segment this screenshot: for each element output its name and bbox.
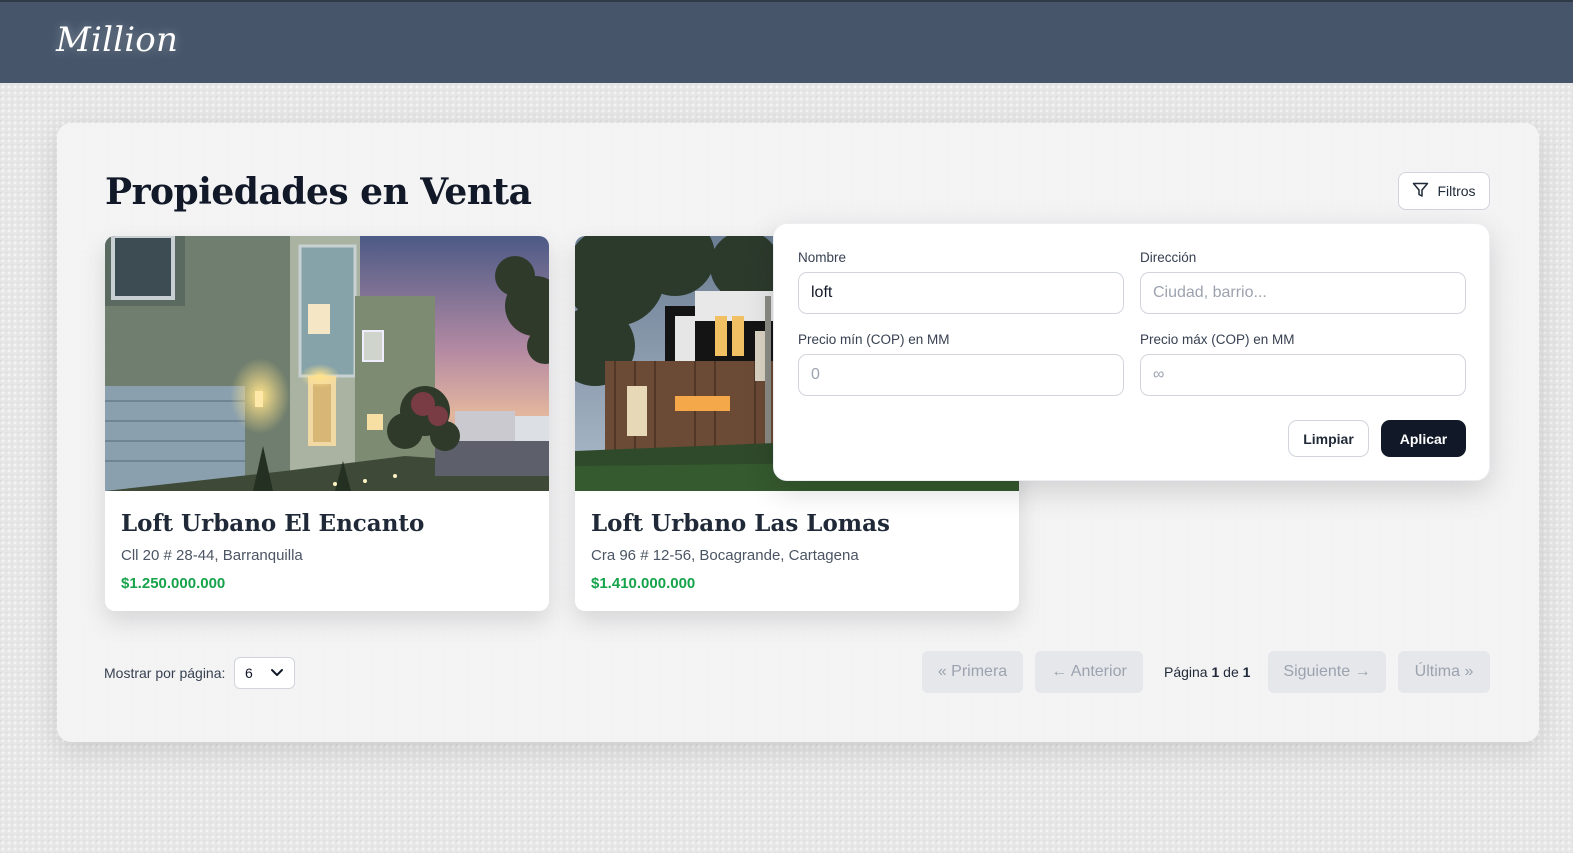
total-pages: 1 [1242,664,1251,680]
first-page-button[interactable]: « Primera [922,651,1023,693]
filters-popover: Nombre Dirección Precio mín (COP) en MM … [773,223,1490,481]
page-title: Propiedades en Venta [105,171,532,213]
property-price: $1.250.000.000 [121,575,226,592]
property-photo [105,236,549,491]
chevron-down-icon [270,665,284,681]
name-filter-label: Nombre [798,250,847,265]
page-indicator: Página 1 de 1 [1164,664,1250,680]
page-word: Página [1164,664,1208,680]
per-page-label: Mostrar por página: [104,665,226,681]
top-navbar: Million [0,0,1573,83]
price-min-label: Precio mín (COP) en MM [798,332,950,347]
property-address: Cra 96 # 12-56, Bocagrande, Cartagena [591,547,859,564]
price-max-label: Precio máx (COP) en MM [1140,332,1295,347]
name-filter-input[interactable] [798,272,1124,314]
property-name[interactable]: Loft Urbano El Encanto [121,510,424,537]
of-word: de [1223,664,1239,680]
filter-funnel-icon [1412,182,1429,201]
property-price: $1.410.000.000 [591,575,696,592]
per-page-value: 6 [245,665,253,681]
last-page-button[interactable]: Última » [1398,651,1490,693]
brand-logo[interactable]: Million [56,20,178,60]
property-name[interactable]: Loft Urbano Las Lomas [591,510,890,537]
current-page: 1 [1211,664,1220,680]
clear-filters-button[interactable]: Limpiar [1288,420,1369,457]
filters-button[interactable]: Filtros [1398,172,1490,210]
price-min-input[interactable] [798,354,1124,396]
address-filter-input[interactable] [1140,272,1466,314]
per-page-select[interactable]: 6 [234,657,295,689]
property-card[interactable]: Loft Urbano El Encanto Cll 20 # 28-44, B… [105,236,549,611]
next-page-button[interactable]: Siguiente → [1268,651,1386,693]
filters-button-label: Filtros [1437,183,1476,199]
property-address: Cll 20 # 28-44, Barranquilla [121,547,303,564]
previous-page-button[interactable]: ← Anterior [1035,651,1143,693]
price-max-input[interactable] [1140,354,1466,396]
apply-filters-button[interactable]: Aplicar [1381,420,1466,457]
listing-panel: Propiedades en Venta Filtros Loft Urbano… [57,123,1539,742]
address-filter-label: Dirección [1140,250,1197,265]
